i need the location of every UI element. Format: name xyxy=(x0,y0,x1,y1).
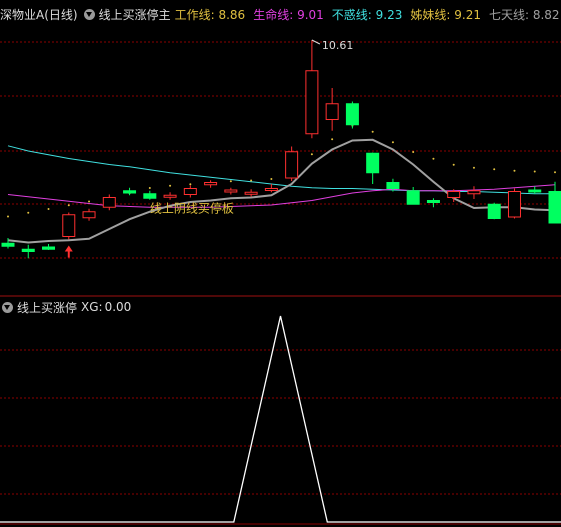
candle-body xyxy=(224,189,238,193)
work-line-point xyxy=(7,215,9,218)
work-line-point xyxy=(88,200,91,203)
candle-body xyxy=(62,214,76,237)
candle-body xyxy=(487,203,501,219)
candle-body xyxy=(1,242,15,247)
work-line-point xyxy=(250,179,253,182)
candle xyxy=(285,146,299,181)
candle-body xyxy=(325,103,339,120)
candle-body xyxy=(548,191,561,224)
candle xyxy=(406,187,420,205)
candle xyxy=(528,186,542,194)
kline-chart[interactable]: 10.61 线上阴线买停板 xyxy=(0,0,561,527)
candle-body xyxy=(426,200,440,203)
work-line-point xyxy=(169,184,172,187)
candle xyxy=(366,152,380,184)
max-price-label: 10.61 xyxy=(322,39,354,52)
work-line-point xyxy=(432,157,435,160)
candle xyxy=(143,190,157,200)
candle-body xyxy=(386,182,400,189)
candle-body xyxy=(42,246,56,250)
candle-body xyxy=(204,182,218,186)
candle-body xyxy=(345,103,359,126)
candle xyxy=(62,212,76,240)
xg-signal-panel xyxy=(0,315,561,523)
work-line-point xyxy=(533,170,536,173)
candle-body xyxy=(163,194,177,198)
candle xyxy=(123,187,137,196)
candle xyxy=(21,244,35,259)
candle-body xyxy=(447,191,461,198)
work-line-point xyxy=(371,130,374,133)
candle-body xyxy=(143,193,157,199)
candle-body xyxy=(285,151,299,179)
candle-body xyxy=(183,188,197,195)
work-line-point xyxy=(270,178,273,180)
candle xyxy=(487,202,501,220)
candlesticks xyxy=(1,40,561,259)
candle-body xyxy=(528,189,542,193)
work-line-point xyxy=(554,171,556,174)
candle xyxy=(204,180,218,188)
xg-signal-line xyxy=(0,315,561,523)
candle-body xyxy=(507,191,521,218)
candle xyxy=(345,101,359,129)
candle xyxy=(82,208,96,221)
candle xyxy=(102,194,116,211)
work-line-point xyxy=(412,151,415,153)
candle xyxy=(183,185,197,198)
work-line-point xyxy=(189,183,192,186)
work-line-point xyxy=(27,211,30,214)
work-line-point xyxy=(472,166,475,169)
work-line-point xyxy=(391,141,394,144)
candle xyxy=(507,188,521,219)
buy-arrow-icon xyxy=(64,245,73,258)
candle xyxy=(224,187,238,195)
candle xyxy=(467,186,481,199)
candle xyxy=(548,181,561,224)
buhuo-line xyxy=(7,145,555,195)
candle-body xyxy=(82,211,96,219)
candle xyxy=(264,184,278,193)
work-line-point xyxy=(331,138,334,141)
candle xyxy=(325,88,339,131)
work-line-point xyxy=(493,168,496,171)
work-line-point xyxy=(148,187,151,189)
annotation-label: 线上阴线买停板 xyxy=(150,201,234,216)
candle xyxy=(426,198,440,208)
moving-average-lines xyxy=(7,124,556,244)
work-line-point xyxy=(452,163,455,166)
grid-lines xyxy=(0,41,561,525)
work-line-point xyxy=(67,204,70,207)
candle-body xyxy=(21,248,35,252)
candle-body xyxy=(123,190,137,194)
work-line-point xyxy=(47,208,50,210)
work-line-point xyxy=(310,153,313,156)
candle-body xyxy=(264,188,278,191)
candle xyxy=(163,192,177,200)
work-line-point xyxy=(513,169,516,172)
candle xyxy=(305,40,319,139)
candle-body xyxy=(467,190,481,195)
candle xyxy=(1,238,15,249)
candle xyxy=(42,244,56,250)
candle-body xyxy=(244,191,258,195)
candle-body xyxy=(366,152,380,174)
candle-body xyxy=(406,190,420,205)
candle-body xyxy=(102,197,116,208)
candle-body xyxy=(305,70,319,135)
work-line-point xyxy=(229,180,232,183)
candle xyxy=(244,189,258,197)
